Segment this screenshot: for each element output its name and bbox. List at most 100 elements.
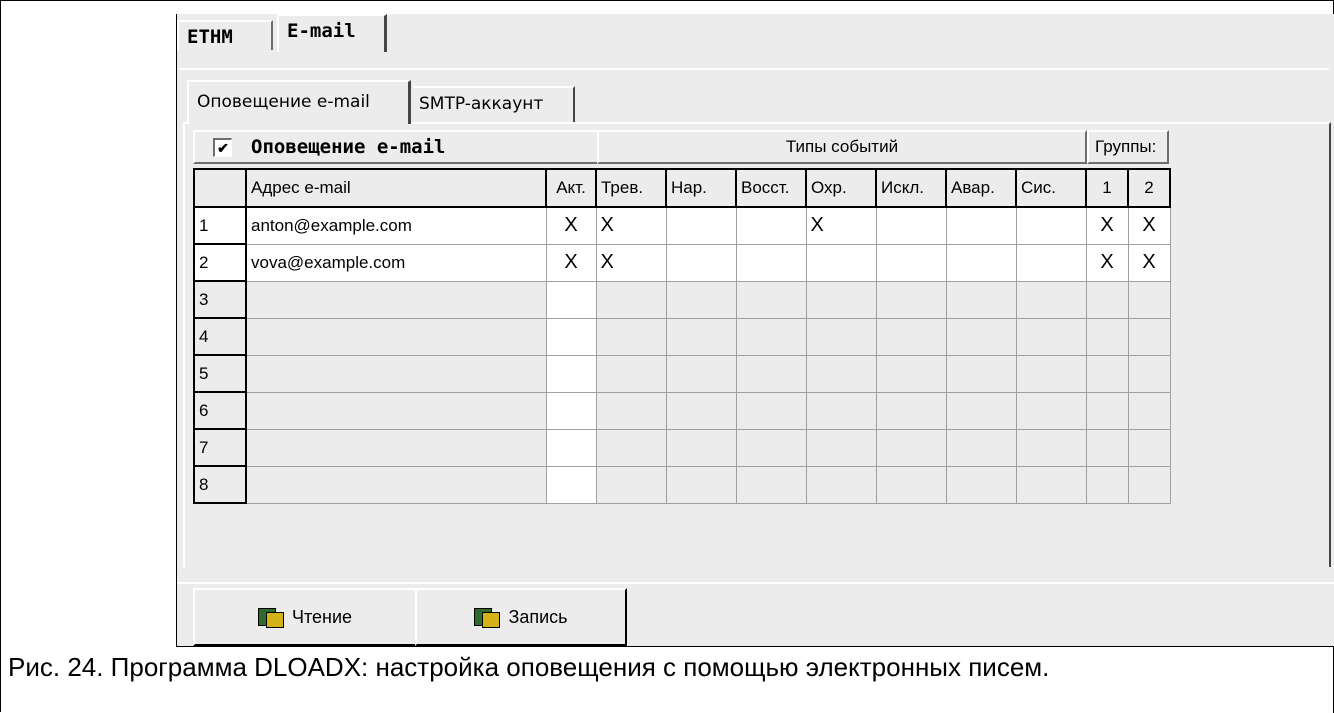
cell-group-1[interactable]: X bbox=[1085, 243, 1129, 282]
cell-system[interactable] bbox=[1015, 317, 1087, 356]
cell-group-2[interactable]: X bbox=[1127, 243, 1171, 282]
cell-group-1[interactable] bbox=[1085, 280, 1129, 319]
cell-group-2[interactable] bbox=[1127, 317, 1171, 356]
tab-email[interactable]: E-mail bbox=[277, 14, 387, 52]
cell-bypass[interactable] bbox=[875, 243, 947, 282]
cell-violation[interactable] bbox=[665, 391, 737, 430]
email-cell[interactable] bbox=[245, 317, 547, 356]
cell-trouble[interactable] bbox=[945, 206, 1017, 245]
cell-active[interactable]: X bbox=[545, 206, 597, 245]
cell-trouble[interactable] bbox=[945, 317, 1017, 356]
cell-system[interactable] bbox=[1015, 243, 1087, 282]
cell-trouble[interactable] bbox=[945, 428, 1017, 467]
cell-restore[interactable] bbox=[735, 391, 807, 430]
cell-active[interactable] bbox=[545, 391, 597, 430]
cell-restore[interactable] bbox=[735, 465, 807, 504]
cell-restore[interactable] bbox=[735, 243, 807, 282]
cell-restore[interactable] bbox=[735, 428, 807, 467]
cell-restore[interactable] bbox=[735, 317, 807, 356]
cell-system[interactable] bbox=[1015, 391, 1087, 430]
cell-bypass[interactable] bbox=[875, 428, 947, 467]
cell-system[interactable] bbox=[1015, 465, 1087, 504]
cell-arm[interactable] bbox=[805, 428, 877, 467]
cell-arm[interactable] bbox=[805, 391, 877, 430]
tab-strip-divider bbox=[179, 68, 1329, 70]
cell-group-2[interactable]: X bbox=[1127, 206, 1171, 245]
cell-active[interactable] bbox=[545, 280, 597, 319]
cell-violation[interactable] bbox=[665, 317, 737, 356]
cell-alarm[interactable] bbox=[595, 354, 667, 393]
email-cell[interactable] bbox=[245, 391, 547, 430]
cell-violation[interactable] bbox=[665, 465, 737, 504]
cell-group-1[interactable] bbox=[1085, 428, 1129, 467]
email-cell[interactable] bbox=[245, 354, 547, 393]
email-cell[interactable] bbox=[245, 428, 547, 467]
cell-group-2[interactable] bbox=[1127, 280, 1171, 319]
cell-alarm[interactable]: X bbox=[595, 243, 667, 282]
cell-arm[interactable] bbox=[805, 317, 877, 356]
tab-smtp-account[interactable]: SMTP-аккаунт bbox=[413, 86, 575, 122]
cell-arm[interactable]: X bbox=[805, 206, 877, 245]
settings-window: ETHM E-mail Оповещение e-mail SMTP-аккау… bbox=[176, 14, 1334, 647]
cell-system[interactable] bbox=[1015, 428, 1087, 467]
cell-alarm[interactable] bbox=[595, 280, 667, 319]
cell-arm[interactable] bbox=[805, 354, 877, 393]
cell-alarm[interactable] bbox=[595, 391, 667, 430]
cell-active[interactable] bbox=[545, 317, 597, 356]
cell-arm[interactable] bbox=[805, 243, 877, 282]
cell-group-2[interactable] bbox=[1127, 391, 1171, 430]
cell-violation[interactable] bbox=[665, 280, 737, 319]
cell-active[interactable] bbox=[545, 428, 597, 467]
email-cell[interactable] bbox=[245, 465, 547, 504]
cell-bypass[interactable] bbox=[875, 206, 947, 245]
cell-bypass[interactable] bbox=[875, 465, 947, 504]
cell-group-2[interactable] bbox=[1127, 428, 1171, 467]
cell-trouble[interactable] bbox=[945, 391, 1017, 430]
cell-alarm[interactable] bbox=[595, 317, 667, 356]
write-button[interactable]: Запись bbox=[415, 588, 627, 646]
cell-bypass[interactable] bbox=[875, 354, 947, 393]
cell-active[interactable] bbox=[545, 465, 597, 504]
cell-alarm[interactable] bbox=[595, 465, 667, 504]
cell-violation[interactable] bbox=[665, 243, 737, 282]
cell-violation[interactable] bbox=[665, 206, 737, 245]
notify-checkbox[interactable]: ✔ bbox=[213, 138, 232, 157]
cell-bypass[interactable] bbox=[875, 317, 947, 356]
tab-email-notification[interactable]: Оповещение e-mail bbox=[187, 80, 411, 124]
cell-system[interactable] bbox=[1015, 354, 1087, 393]
cell-restore[interactable] bbox=[735, 280, 807, 319]
cell-violation[interactable] bbox=[665, 354, 737, 393]
cell-group-1[interactable]: X bbox=[1085, 206, 1129, 245]
cell-alarm[interactable] bbox=[595, 428, 667, 467]
cell-trouble[interactable] bbox=[945, 354, 1017, 393]
cell-trouble[interactable] bbox=[945, 280, 1017, 319]
cell-violation[interactable] bbox=[665, 428, 737, 467]
cell-alarm[interactable]: X bbox=[595, 206, 667, 245]
email-cell[interactable]: vova@example.com bbox=[245, 243, 547, 282]
cell-bypass[interactable] bbox=[875, 391, 947, 430]
tab-ethm[interactable]: ETHM bbox=[177, 20, 273, 50]
cell-trouble[interactable] bbox=[945, 243, 1017, 282]
col-arm: Охр. bbox=[805, 168, 877, 208]
cell-restore[interactable] bbox=[735, 206, 807, 245]
notify-label: Оповещение e-mail bbox=[251, 136, 446, 158]
cell-group-1[interactable] bbox=[1085, 354, 1129, 393]
cell-restore[interactable] bbox=[735, 354, 807, 393]
cell-active[interactable] bbox=[545, 354, 597, 393]
cell-arm[interactable] bbox=[805, 280, 877, 319]
email-cell[interactable] bbox=[245, 280, 547, 319]
cell-active[interactable]: X bbox=[545, 243, 597, 282]
cell-group-1[interactable] bbox=[1085, 465, 1129, 504]
cell-group-1[interactable] bbox=[1085, 317, 1129, 356]
corner-cell bbox=[193, 168, 247, 208]
email-cell[interactable]: anton@example.com bbox=[245, 206, 547, 245]
cell-bypass[interactable] bbox=[875, 280, 947, 319]
cell-group-2[interactable] bbox=[1127, 465, 1171, 504]
cell-group-2[interactable] bbox=[1127, 354, 1171, 393]
cell-system[interactable] bbox=[1015, 206, 1087, 245]
cell-group-1[interactable] bbox=[1085, 391, 1129, 430]
cell-system[interactable] bbox=[1015, 280, 1087, 319]
cell-trouble[interactable] bbox=[945, 465, 1017, 504]
cell-arm[interactable] bbox=[805, 465, 877, 504]
read-button[interactable]: Чтение bbox=[193, 588, 417, 646]
